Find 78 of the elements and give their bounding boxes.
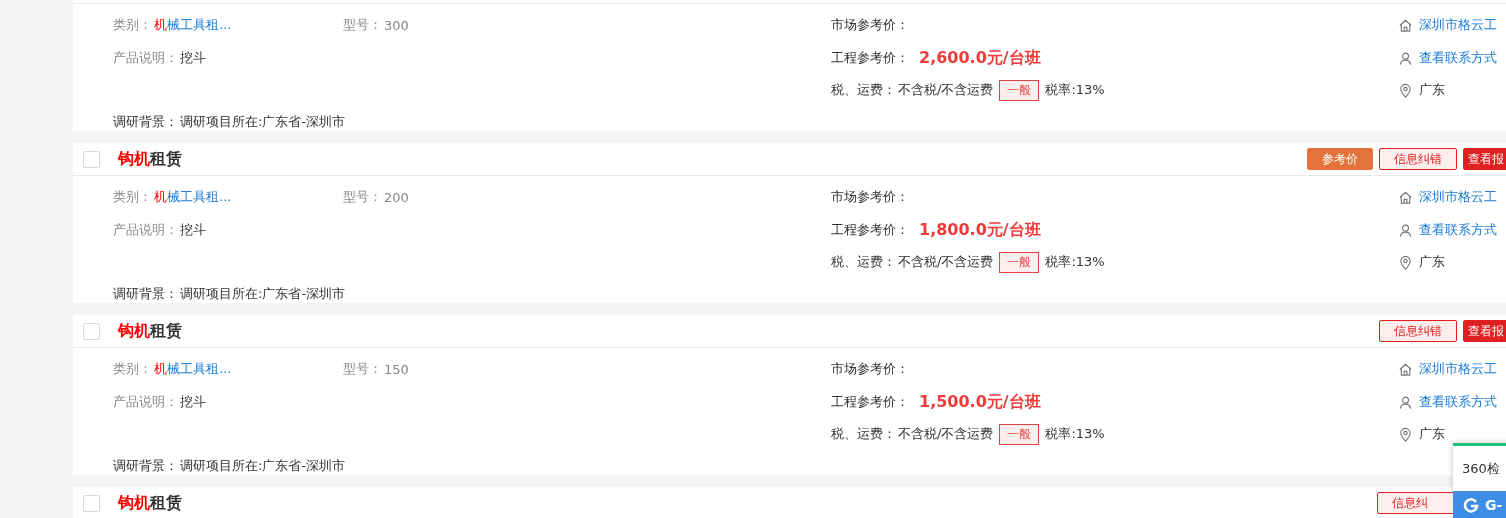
product-title[interactable]: 钩机租赁 bbox=[118, 320, 182, 342]
company-link[interactable]: 深圳市格云工 bbox=[1419, 16, 1497, 34]
tax-value: 不含税/不含运费 bbox=[898, 425, 994, 443]
contact-link[interactable]: 查看联系方式 bbox=[1419, 49, 1497, 67]
field-label: 工程参考价： bbox=[831, 49, 909, 67]
field-label: 类别： bbox=[113, 16, 152, 34]
person-icon bbox=[1398, 50, 1413, 66]
region-value: 广东 bbox=[1419, 253, 1445, 271]
view-report-button[interactable]: 查看报 bbox=[1463, 320, 1506, 342]
field-label: 调研背景： bbox=[113, 113, 178, 131]
checkbox[interactable] bbox=[83, 494, 100, 512]
field-label: 型号： bbox=[343, 188, 382, 206]
category-link[interactable]: 机械工具租... bbox=[154, 188, 232, 206]
model-value: 150 bbox=[384, 361, 409, 377]
tax-rate: 税率:13% bbox=[1045, 81, 1105, 99]
background-value: 调研项目所在:广东省-深圳市 bbox=[180, 285, 346, 303]
field-label: 型号： bbox=[343, 360, 382, 378]
field-label: 类别： bbox=[113, 360, 152, 378]
price-value: 1,800.0元/台班 bbox=[919, 219, 1041, 241]
person-icon bbox=[1398, 394, 1413, 410]
error-report-button[interactable]: 信息纠 bbox=[1377, 492, 1455, 514]
tax-tag: 一般 bbox=[999, 251, 1040, 273]
field-label: 市场参考价： bbox=[831, 360, 909, 378]
tax-value: 不含税/不含运费 bbox=[898, 253, 994, 271]
contact-link[interactable]: 查看联系方式 bbox=[1419, 221, 1497, 239]
field-label: 调研背景： bbox=[113, 457, 178, 475]
home-icon bbox=[1398, 17, 1413, 33]
product-title[interactable]: 钩机租赁 bbox=[118, 492, 182, 514]
location-pin-icon bbox=[1398, 426, 1413, 442]
person-icon bbox=[1398, 222, 1413, 238]
tax-rate: 税率:13% bbox=[1045, 425, 1105, 443]
field-label: 工程参考价： bbox=[831, 393, 909, 411]
company-link[interactable]: 深圳市格云工 bbox=[1419, 188, 1497, 206]
field-label: 类别： bbox=[113, 188, 152, 206]
field-label: 调研背景： bbox=[113, 285, 178, 303]
region-value: 广东 bbox=[1419, 81, 1445, 99]
location-pin-icon bbox=[1398, 82, 1413, 98]
checkbox[interactable] bbox=[83, 150, 100, 168]
product-title[interactable]: 钩机租赁 bbox=[118, 148, 182, 170]
description-value: 挖斗 bbox=[180, 221, 206, 239]
field-label: 型号： bbox=[343, 16, 382, 34]
model-value: 200 bbox=[384, 189, 409, 205]
category-link[interactable]: 机械工具租... bbox=[154, 360, 232, 378]
home-icon bbox=[1398, 189, 1413, 205]
tax-rate: 税率:13% bbox=[1045, 253, 1105, 271]
field-label: 税、运费： bbox=[831, 253, 896, 271]
company-link[interactable]: 深圳市格云工 bbox=[1419, 360, 1497, 378]
field-label: 税、运费： bbox=[831, 425, 896, 443]
field-label: 产品说明： bbox=[113, 49, 178, 67]
checkbox[interactable] bbox=[83, 322, 100, 340]
view-report-button[interactable]: 查看报 bbox=[1463, 148, 1506, 170]
price-value: 1,500.0元/台班 bbox=[919, 391, 1041, 413]
error-report-button[interactable]: 信息纠错 bbox=[1379, 148, 1457, 170]
category-link[interactable]: 机械工具租... bbox=[154, 16, 232, 34]
model-value: 300 bbox=[384, 17, 409, 33]
error-report-button[interactable]: 信息纠错 bbox=[1379, 320, 1457, 342]
background-value: 调研项目所在:广东省-深圳市 bbox=[180, 113, 346, 131]
price-value: 2,600.0元/台班 bbox=[919, 47, 1041, 69]
field-label: 产品说明： bbox=[113, 221, 178, 239]
g-logo-icon bbox=[1463, 496, 1479, 513]
tax-tag: 一般 bbox=[999, 423, 1040, 445]
contact-link[interactable]: 查看联系方式 bbox=[1419, 393, 1497, 411]
region-value: 广东 bbox=[1419, 425, 1445, 443]
field-label: 市场参考价： bbox=[831, 16, 909, 34]
field-label: 工程参考价： bbox=[831, 221, 909, 239]
notification-popup: 360检 bbox=[1453, 443, 1506, 492]
field-label: 产品说明： bbox=[113, 393, 178, 411]
tax-tag: 一般 bbox=[999, 79, 1040, 101]
description-value: 挖斗 bbox=[180, 49, 206, 67]
field-label: 市场参考价： bbox=[831, 188, 909, 206]
app-bar[interactable]: G- bbox=[1453, 491, 1506, 518]
background-value: 调研项目所在:广东省-深圳市 bbox=[180, 457, 346, 475]
field-label: 税、运费： bbox=[831, 81, 896, 99]
tax-value: 不含税/不含运费 bbox=[898, 81, 994, 99]
home-icon bbox=[1398, 361, 1413, 377]
location-pin-icon bbox=[1398, 254, 1413, 270]
reference-price-button[interactable]: 参考价 bbox=[1307, 148, 1373, 170]
description-value: 挖斗 bbox=[180, 393, 206, 411]
